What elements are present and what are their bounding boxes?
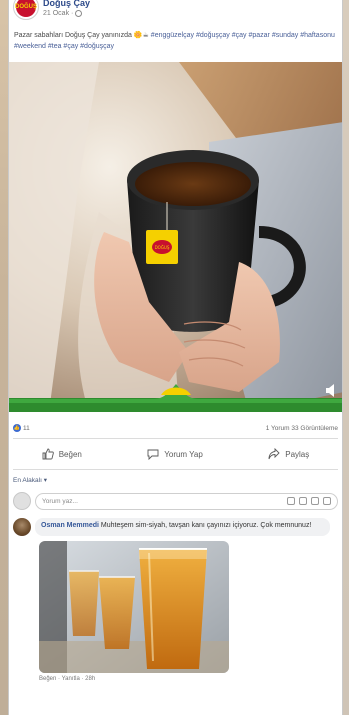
comment-button[interactable]: Yorum Yap [147,448,203,460]
comment-composer: Yorum yaz... [9,488,342,514]
tea-cup-photo: DOĞUŞ [9,62,342,412]
page-name[interactable]: Doğuş Çay [43,0,90,8]
comment-author[interactable]: Osman Memmedi [41,522,99,529]
sticker-icon[interactable] [323,497,331,505]
facebook-post: DOĞUŞ Doğuş Çay 21 Ocak · Pazar sabahlar… [8,0,343,715]
comment-item: Osman Memmedi Muhteşem sim-siyah, tavşan… [9,514,342,536]
page-avatar[interactable]: DOĞUŞ [13,0,39,20]
gif-icon[interactable] [311,497,319,505]
comment-footer[interactable]: Beğen · Yanıtla · 28h [39,676,342,682]
like-reaction-icon: 👍 [13,424,21,432]
post-stats: 👍 11 1 Yorum 33 Görüntüleme [9,418,342,438]
svg-text:DOĞUŞ: DOĞUŞ [155,245,170,250]
post-actions: Beğen Yorum Yap Paylaş [9,439,342,469]
composer-icons [287,497,331,505]
caption-text: Pazar sabahları Doğuş Çay yanınızda 🌼☕ [14,32,149,39]
tea-glasses-photo [39,541,229,673]
comment-input[interactable]: Yorum yaz... [35,492,338,510]
comment-text: Muhteşem sim-siyah, tavşan kanı çayınızı… [100,522,312,529]
post-date[interactable]: 21 Ocak · [43,10,83,17]
thumbs-up-icon [42,448,54,460]
emoji-icon[interactable] [287,497,295,505]
comments-views-count[interactable]: 1 Yorum 33 Görüntüleme [266,425,338,432]
user-avatar [13,492,31,510]
comment-sort-dropdown[interactable]: En Alakalı ▾ [9,470,342,488]
post-video[interactable]: DOĞUŞ [9,62,342,412]
share-icon [268,448,280,460]
reaction-summary[interactable]: 👍 11 [13,424,30,432]
globe-icon [75,10,83,17]
dogus-logo-icon: DOĞUŞ [15,0,37,17]
share-button[interactable]: Paylaş [268,448,309,460]
comment-icon [147,449,159,460]
commenter-avatar[interactable] [13,518,31,536]
comment-photo[interactable] [39,541,229,673]
comment-bubble: Osman Memmedi Muhteşem sim-siyah, tavşan… [35,518,330,536]
post-caption: Pazar sabahları Doğuş Çay yanınızda 🌼☕ #… [9,26,342,62]
post-header: DOĞUŞ Doğuş Çay 21 Ocak · [9,0,342,26]
camera-icon[interactable] [299,497,307,505]
like-button[interactable]: Beğen [42,448,82,460]
